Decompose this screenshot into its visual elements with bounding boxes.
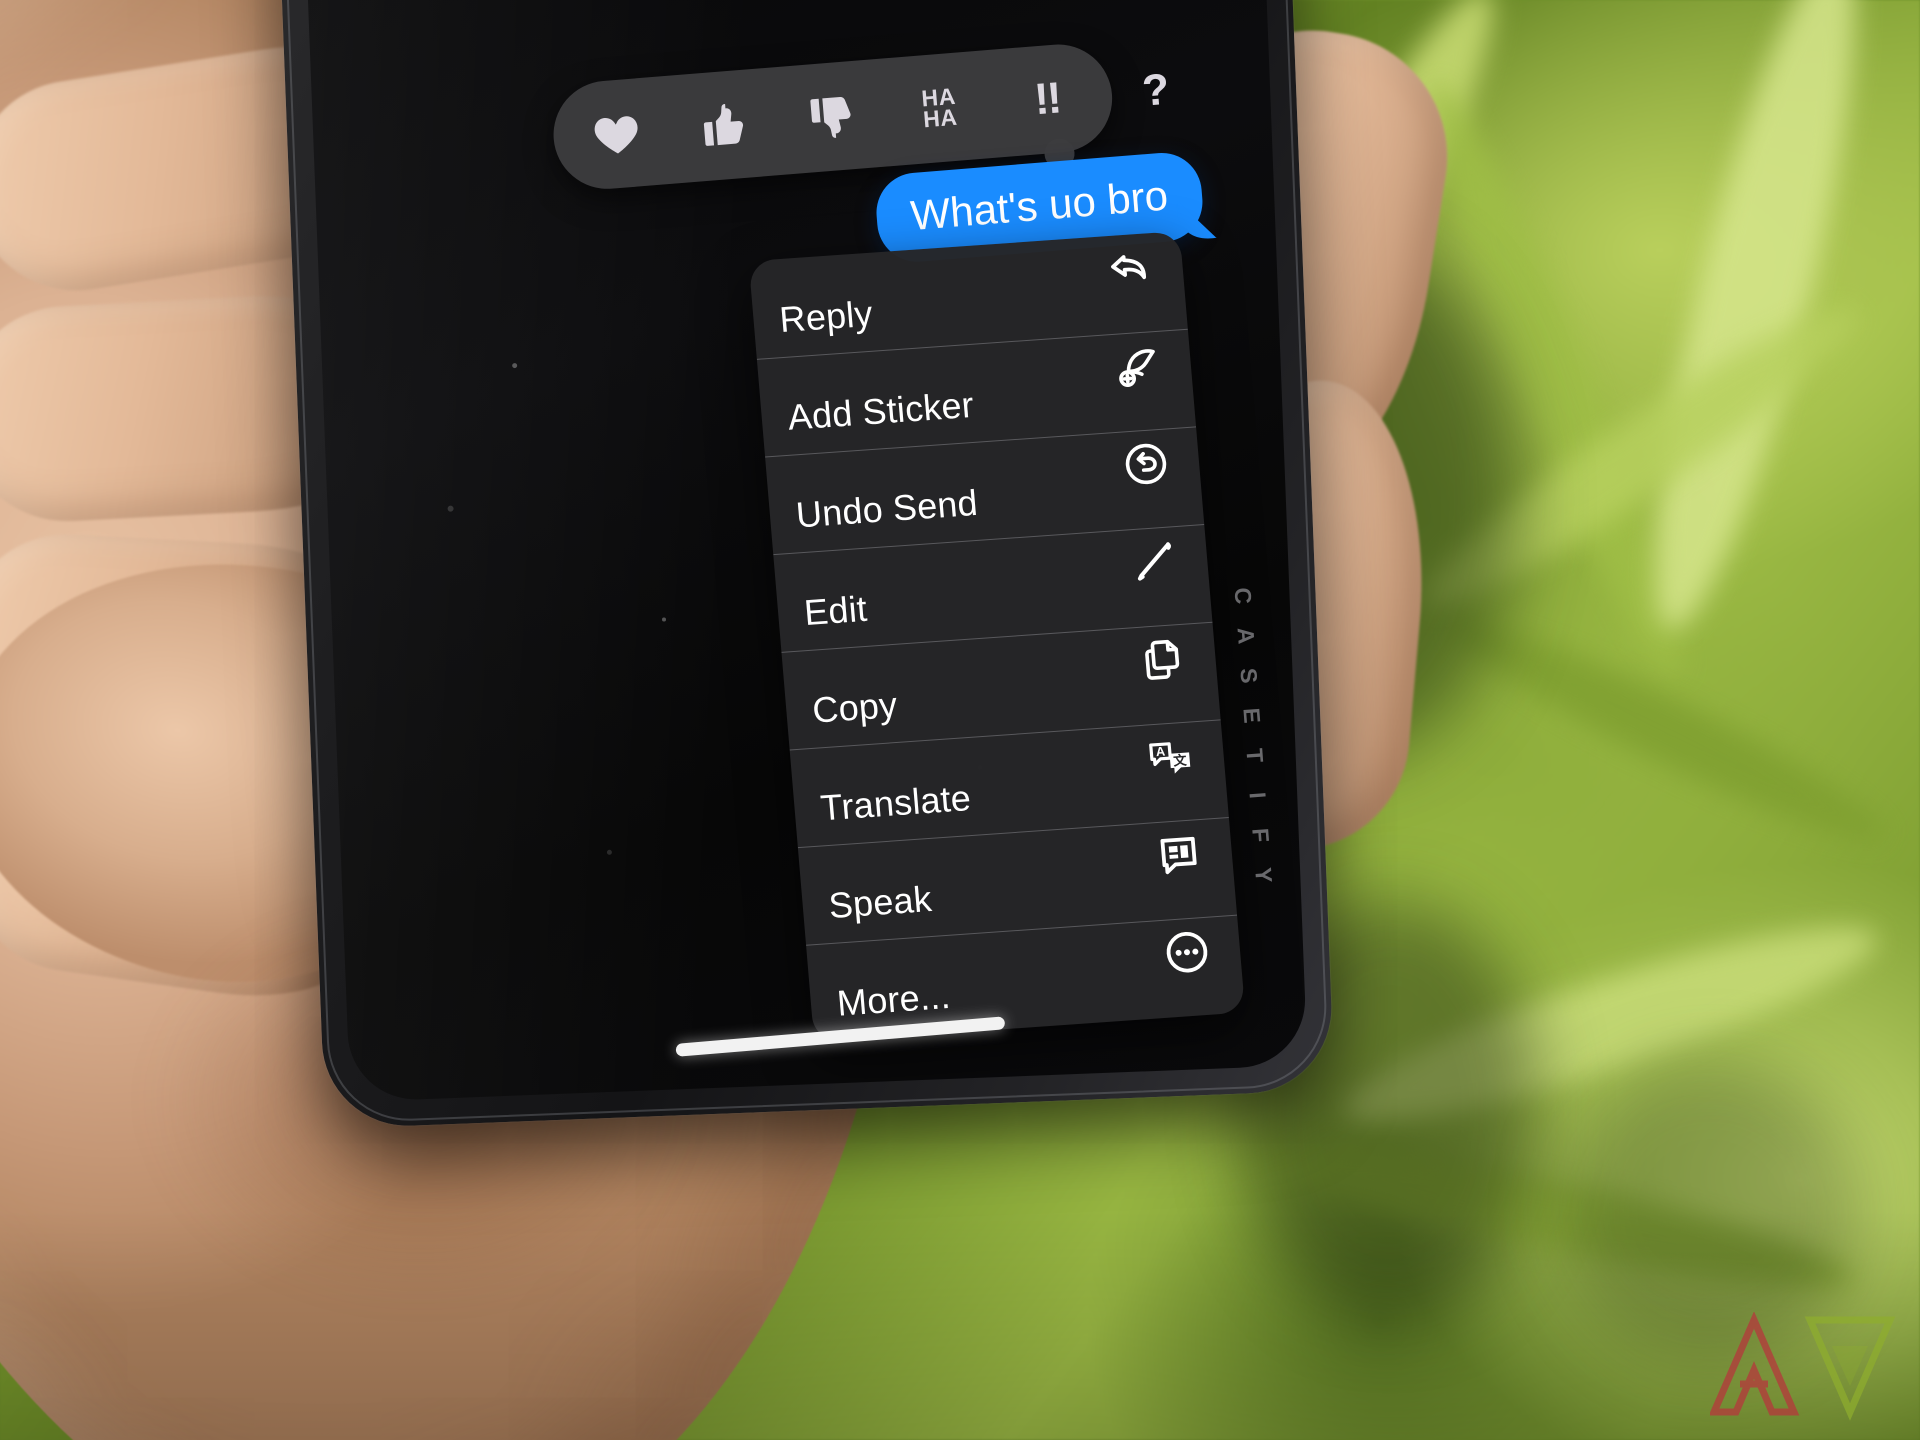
menu-item-label: Speak [827,877,934,927]
menu-item-label: Add Sticker [786,383,976,438]
copy-documents-icon [1133,630,1191,688]
phone: HA HA !! ? What's uo bro Reply Add Stick… [275,0,1335,1129]
translate-icon: A 文 [1141,728,1199,786]
question-mark-label: ? [1140,64,1170,116]
case-letter: Y [1250,866,1278,886]
question-mark-icon[interactable]: ? [1124,60,1186,122]
screen-dust [447,505,454,512]
thumbs-up-icon[interactable] [693,94,755,156]
more-ellipsis-icon [1158,923,1216,981]
message-text: What's uo bro [908,171,1170,240]
menu-item-label: Translate [818,777,973,829]
screen-dust [661,617,667,622]
haha-icon[interactable]: HA HA [908,77,970,139]
menu-item-label: More... [835,974,952,1024]
heart-icon[interactable] [585,103,647,165]
android-police-watermark [1708,1311,1896,1424]
message-context-menu[interactable]: Reply Add Sticker Undo Send Edit Copy Tr… [748,231,1246,1043]
svg-text:文: 文 [1173,752,1188,770]
pencil-icon [1125,533,1183,591]
undo-circle-icon [1117,435,1175,493]
haha-line-2: HA [922,103,959,133]
speak-bubble-icon [1150,826,1208,884]
bubble-tail [1176,200,1219,243]
menu-item-label: Copy [810,683,899,731]
menu-item-label: Reply [777,292,875,341]
reply-arrow-icon [1100,239,1158,297]
menu-item-label: Edit [802,587,869,634]
add-sticker-icon [1109,338,1167,396]
screen-dust [606,849,613,855]
screen-dust [512,362,518,369]
phone-screen[interactable]: HA HA !! ? What's uo bro Reply Add Stick… [302,0,1308,1102]
thumbs-down-icon[interactable] [801,86,863,148]
svg-text:A: A [1155,744,1165,760]
double-exclamation-icon[interactable]: !! [1016,68,1078,130]
double-exclamation-label: !! [1032,73,1062,125]
menu-item-label: Undo Send [794,481,980,536]
